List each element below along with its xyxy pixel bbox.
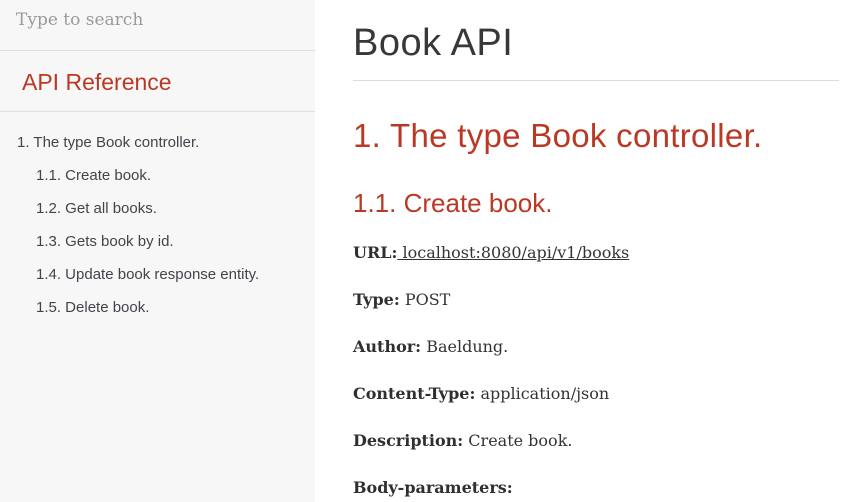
field-description-label: Description: [353,431,463,450]
field-author-label: Author: [353,337,421,356]
search-box [0,0,315,51]
field-type-label: Type: [353,290,400,309]
toc-link-1-5[interactable]: 1.5. Delete book. [36,299,149,316]
field-content-type-value: application/json [480,384,609,403]
field-description: Description: Create book. [353,431,839,450]
field-list: URL: localhost:8080/api/v1/books Type: PO… [353,243,839,497]
toc-link-1[interactable]: 1. The type Book controller. [17,134,199,151]
toc-link-1-3[interactable]: 1.3. Gets book by id. [36,233,174,250]
section-heading-controller: 1. The type Book controller. [353,116,839,156]
field-url: URL: localhost:8080/api/v1/books [353,243,839,262]
toc-item-1-2: 1.2. Get all books. [0,199,315,219]
page-title: Book API [353,20,839,81]
subsection-heading-create-book: 1.1. Create book. [353,188,839,219]
toc-item-1-4: 1.4. Update book response entity. [0,265,315,285]
toc-item-1-1: 1.1. Create book. [0,166,315,186]
field-body-parameters: Body-parameters: [353,478,839,497]
field-author: Author: Baeldung. [353,337,839,356]
sidebar: API Reference 1. The type Book controlle… [0,0,315,502]
field-type-value: POST [405,290,451,309]
main-content: Book API 1. The type Book controller. 1.… [315,0,843,502]
toc-list: 1. The type Book controller. 1.1. Create… [0,112,315,331]
field-type: Type: POST [353,290,839,309]
toc-link-1-1[interactable]: 1.1. Create book. [36,167,151,184]
toc-header: API Reference [0,51,315,112]
toc-link-1-2[interactable]: 1.2. Get all books. [36,200,157,217]
field-body-parameters-label: Body-parameters: [353,478,513,497]
field-description-value: Create book. [468,431,572,450]
toc-item-1: 1. The type Book controller. [0,133,315,153]
api-reference-link[interactable]: API Reference [22,69,172,95]
endpoint-url-link[interactable]: localhost:8080/api/v1/books [397,243,629,262]
page: API Reference 1. The type Book controlle… [0,0,843,502]
field-url-label: URL: [353,243,397,262]
field-author-value: Baeldung. [426,337,508,356]
field-content-type: Content-Type: application/json [353,384,839,403]
toc-link-1-4[interactable]: 1.4. Update book response entity. [36,266,259,283]
toc-item-1-5: 1.5. Delete book. [0,298,315,318]
field-content-type-label: Content-Type: [353,384,475,403]
search-input[interactable] [0,0,315,30]
toc-item-1-3: 1.3. Gets book by id. [0,232,315,252]
